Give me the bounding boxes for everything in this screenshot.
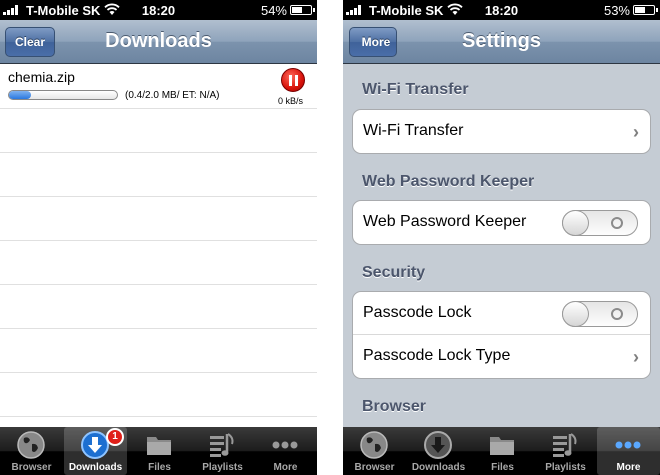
page-title: Settings <box>462 30 541 52</box>
playlist-icon <box>210 433 234 457</box>
download-arrow-icon <box>424 431 452 459</box>
web-password-keeper-toggle[interactable] <box>562 210 638 236</box>
playlist-icon <box>553 433 577 457</box>
section-header-wifi-transfer: Wi-Fi Transfer <box>362 81 469 98</box>
cell-passcode-lock-type[interactable]: Passcode Lock Type › <box>353 335 650 378</box>
download-count-badge: 1 <box>106 428 124 446</box>
tab-more[interactable]: More <box>597 427 660 475</box>
cell-passcode-lock: Passcode Lock <box>353 292 650 335</box>
download-speed: 0 kB/s <box>278 96 304 106</box>
tab-label: More <box>273 462 298 473</box>
tab-downloads[interactable]: 1 Downloads <box>64 427 127 475</box>
chevron-right-icon: › <box>633 122 639 142</box>
cell-label: Passcode Lock <box>363 304 472 321</box>
status-bar: T-Mobile SK 18:20 53% <box>343 0 660 20</box>
group-web-password-keeper: Web Password Keeper <box>352 200 651 245</box>
cell-web-password-keeper: Web Password Keeper <box>353 201 650 244</box>
tab-bar: Browser Downloads Files Playlists More <box>343 427 660 475</box>
tab-label: Playlists <box>545 462 586 473</box>
chevron-right-icon: › <box>633 347 639 367</box>
cell-label: Web Password Keeper <box>363 213 527 230</box>
battery-icon <box>633 5 658 15</box>
passcode-lock-toggle[interactable] <box>562 301 638 327</box>
downloads-screen: T-Mobile SK 18:20 54% Clear Downloads ch… <box>0 0 317 475</box>
group-security: Passcode Lock Passcode Lock Type › <box>352 291 651 379</box>
cell-label: Passcode Lock Type <box>363 347 511 364</box>
section-header-browser: Browser <box>362 398 427 415</box>
tab-browser[interactable]: Browser <box>343 427 406 475</box>
nav-bar: More Settings <box>343 20 660 64</box>
page-title: Downloads <box>105 30 212 52</box>
download-filename: chemia.zip <box>8 69 75 85</box>
download-progress-bar <box>8 90 118 100</box>
section-header-web-password-keeper: Web Password Keeper <box>362 173 535 190</box>
battery-percent: 54% <box>260 3 287 18</box>
tab-playlists[interactable]: Playlists <box>534 427 597 475</box>
tab-playlists[interactable]: Playlists <box>191 427 254 475</box>
tab-files[interactable]: Files <box>471 427 534 475</box>
tab-more[interactable]: More <box>254 427 317 475</box>
settings-screen: T-Mobile SK 18:20 53% More Settings Wi-F… <box>343 0 660 475</box>
tab-bar: Browser 1 Downloads Files Playlists More <box>0 427 317 475</box>
section-header-security: Security <box>362 264 426 281</box>
battery-percent: 53% <box>603 3 630 18</box>
group-wifi-transfer: Wi-Fi Transfer › <box>352 109 651 154</box>
globe-icon <box>17 431 45 459</box>
tab-label: More <box>616 462 641 473</box>
more-dots-icon <box>615 441 641 449</box>
tab-label: Downloads <box>68 462 123 473</box>
cell-label: Wi-Fi Transfer <box>363 122 464 139</box>
downloads-list: chemia.zip (0.4/2.0 MB/ ET: N/A) 0 kB/s <box>0 65 317 427</box>
tab-files[interactable]: Files <box>128 427 191 475</box>
pause-icon[interactable] <box>281 68 305 92</box>
tab-label: Downloads <box>411 462 466 473</box>
tab-browser[interactable]: Browser <box>0 427 63 475</box>
more-dots-icon <box>272 441 298 449</box>
folder-icon <box>147 437 171 455</box>
tab-label: Files <box>148 462 171 473</box>
cell-wifi-transfer[interactable]: Wi-Fi Transfer › <box>353 110 650 153</box>
tab-label: Browser <box>354 462 395 473</box>
tab-downloads[interactable]: Downloads <box>407 427 470 475</box>
battery-icon <box>290 5 315 15</box>
tab-label: Playlists <box>202 462 243 473</box>
download-row[interactable]: chemia.zip (0.4/2.0 MB/ ET: N/A) 0 kB/s <box>0 65 317 109</box>
tab-label: Files <box>491 462 514 473</box>
status-bar: T-Mobile SK 18:20 54% <box>0 0 317 20</box>
globe-icon <box>360 431 388 459</box>
nav-bar: Clear Downloads <box>0 20 317 64</box>
download-size-info: (0.4/2.0 MB/ ET: N/A) <box>125 90 220 101</box>
folder-icon <box>490 437 514 455</box>
tab-label: Browser <box>11 462 52 473</box>
